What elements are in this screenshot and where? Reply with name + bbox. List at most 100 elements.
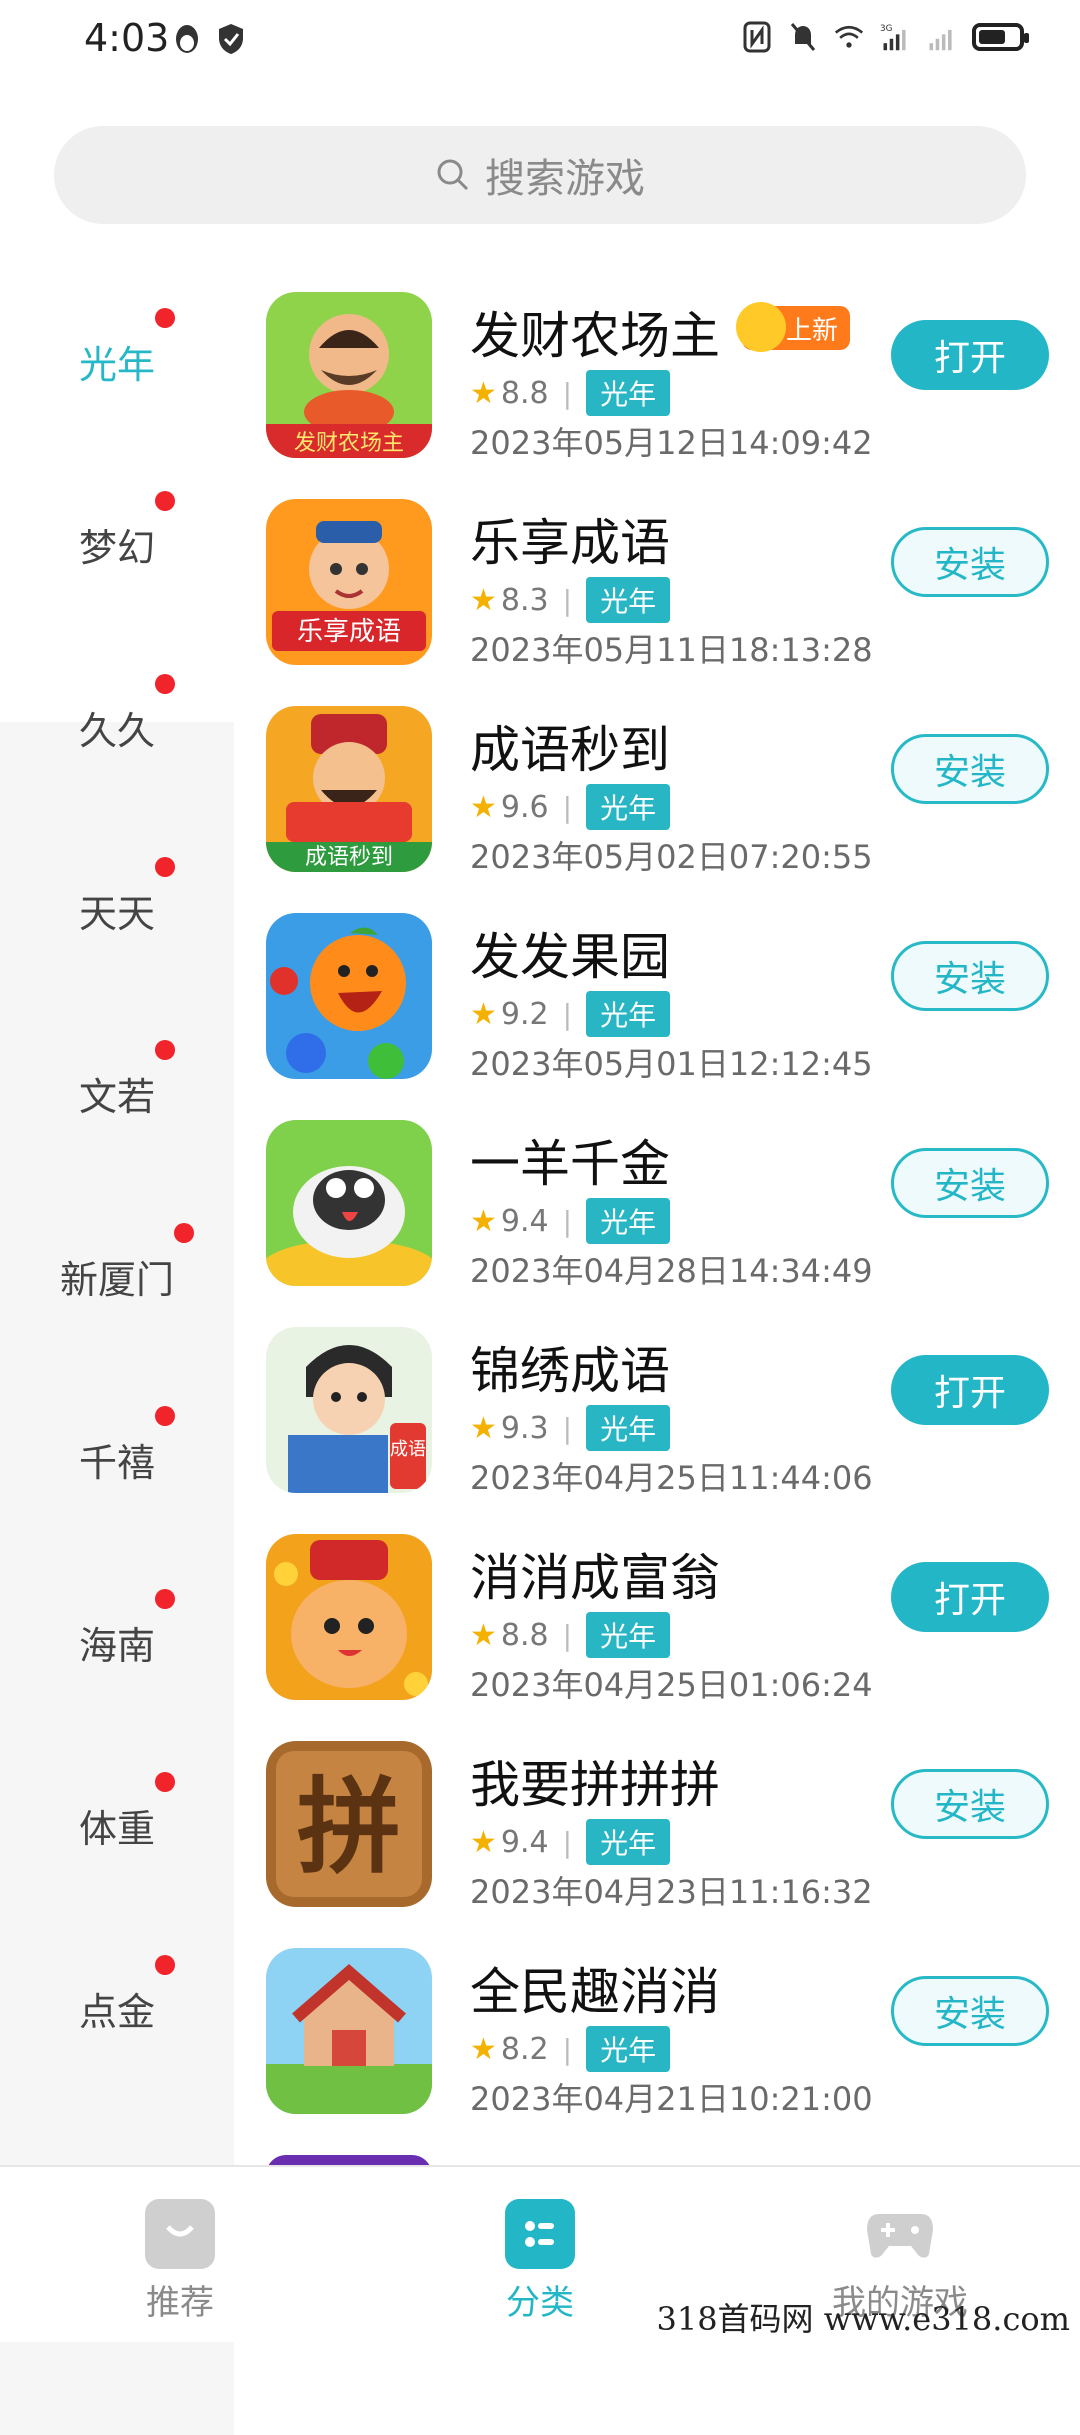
game-rating: 8.2	[500, 2031, 549, 2067]
game-rating: 8.8	[500, 375, 549, 411]
sidebar-item-tizhong[interactable]: 体重	[0, 1734, 234, 1917]
game-row[interactable]: 拼 我要拼拼拼 ★ 9.4 | 光年 2023年04月23日11:16:32 安装	[234, 1719, 1080, 1926]
game-rating: 8.3	[500, 582, 549, 618]
open-button[interactable]: 打开	[891, 1562, 1049, 1632]
wifi-icon	[834, 25, 864, 48]
game-date: 2023年05月12日14:09:42	[470, 424, 873, 462]
game-name: 乐享成语	[470, 514, 670, 572]
sidebar-item-qianxi[interactable]: 千禧	[0, 1368, 234, 1551]
search-bar[interactable]: 搜索游戏	[54, 126, 1026, 224]
tab-recommend[interactable]: 推荐	[60, 2199, 300, 2324]
game-date: 2023年05月02日07:20:55	[470, 838, 873, 876]
laughing-emoji-icon	[736, 302, 786, 352]
install-button[interactable]: 安装	[891, 1148, 1049, 1218]
sidebar-item-jiujiu[interactable]: 久久	[0, 636, 234, 819]
game-icon-quanmin-quxiaoxiao[interactable]	[266, 1948, 432, 2114]
game-row[interactable]: 消消成富翁 ★ 8.8 | 光年 2023年04月25日01:06:24 打开	[234, 1512, 1080, 1719]
game-row[interactable]: 成语秒到 成语秒到 ★ 9.6 | 光年 2023年05月02日07:20:55 安装	[234, 684, 1080, 891]
install-button[interactable]: 安装	[891, 941, 1049, 1011]
game-rating: 9.6	[500, 789, 549, 825]
sidebar-item-dianjin[interactable]: 点金	[0, 1917, 234, 2100]
red-dot	[155, 857, 175, 877]
sidebar-item-xinxiamen[interactable]: 新厦门	[0, 1185, 234, 1368]
install-button[interactable]: 安装	[891, 1976, 1049, 2046]
star-icon: ★	[470, 2031, 497, 2067]
star-icon: ★	[470, 1824, 497, 1860]
shield-icon	[219, 24, 243, 54]
sidebar-item-wenruo[interactable]: 文若	[0, 1002, 234, 1185]
game-icon-partial[interactable]	[266, 2155, 432, 2165]
star-icon: ★	[470, 1617, 497, 1653]
tab-category[interactable]: 分类	[420, 2199, 660, 2324]
open-button[interactable]: 打开	[891, 320, 1049, 390]
game-row[interactable]: 全民趣消消 ★ 8.2 | 光年 2023年04月21日10:21:00 安装	[234, 1926, 1080, 2133]
game-icon-xiaoxiao-fuweng[interactable]	[266, 1534, 432, 1700]
red-dot	[155, 674, 175, 694]
star-icon: ★	[470, 582, 497, 618]
sidebar-item-menghuan[interactable]: 梦幻	[0, 453, 234, 636]
game-icon-yiyang-qianjin[interactable]	[266, 1120, 432, 1286]
sidebar-item-guangnian[interactable]: 光年	[0, 270, 234, 453]
search-icon	[437, 159, 469, 191]
game-row[interactable]: 发发果园 ★ 9.2 | 光年 2023年05月01日12:12:45 安装	[234, 891, 1080, 1098]
bottom-nav: 推荐 分类 我的游戏 318首码网 www.e318.com	[0, 2165, 1080, 2342]
red-dot	[155, 308, 175, 328]
game-tag: 光年	[586, 1405, 671, 1451]
game-row[interactable]: 乐享成语 乐享成语 ★ 8.3 | 光年 2023年05月11日18:13:28 安装	[234, 477, 1080, 684]
svg-text:发财农场主: 发财农场主	[294, 431, 404, 456]
new-badge: 上新	[736, 302, 851, 352]
svg-text:成语秒到: 成语秒到	[305, 845, 393, 870]
mute-bell-icon	[790, 23, 816, 51]
game-date: 2023年04月25日01:06:24	[470, 1666, 873, 1704]
tab-label: 推荐	[146, 2283, 214, 2323]
game-rating: 9.4	[500, 1203, 549, 1239]
star-icon: ★	[470, 789, 497, 825]
bag-icon	[145, 2199, 215, 2269]
game-name: 全民趣消消	[470, 1963, 720, 2021]
game-name: 成语秒到	[470, 721, 670, 779]
watermark-text: 318首码网 www.e318.com	[656, 2300, 1070, 2338]
game-icon-lexiang-chengyu[interactable]: 乐享成语	[266, 499, 432, 665]
battery-icon	[972, 23, 1029, 51]
status-time: 4:03	[84, 16, 170, 60]
game-row[interactable]: 一羊千金 ★ 9.4 | 光年 2023年04月28日14:34:49 安装	[234, 1098, 1080, 1305]
game-name: 我要拼拼拼	[470, 1756, 720, 1814]
game-tag: 光年	[586, 1198, 671, 1244]
game-tag: 光年	[586, 991, 671, 1037]
game-tag: 光年	[586, 577, 671, 623]
game-rating: 9.4	[500, 1824, 549, 1860]
signal-3g-icon: 3G	[880, 24, 906, 51]
red-dot	[155, 1040, 175, 1060]
game-icon-woyao-pinpinpin[interactable]: 拼	[266, 1741, 432, 1907]
game-row[interactable]: 发财农场主 发财农场主 上新 ★ 8.8 | 光年 2023年05月12日14:09:…	[234, 270, 1080, 477]
game-rating: 9.2	[500, 996, 549, 1032]
star-icon: ★	[470, 1203, 497, 1239]
game-date: 2023年04月28日14:34:49	[470, 1252, 873, 1290]
game-date: 2023年05月01日12:12:45	[470, 1045, 873, 1083]
open-button[interactable]: 打开	[891, 1355, 1049, 1425]
game-tag: 光年	[586, 2026, 671, 2072]
game-row[interactable]: 成语 锦绣成语 ★ 9.3 | 光年 2023年04月25日11:44:06 打开	[234, 1305, 1080, 1512]
nfc-icon	[743, 21, 771, 53]
game-icon-facai-farmer[interactable]: 发财农场主	[266, 292, 432, 458]
sidebar-item-hainan[interactable]: 海南	[0, 1551, 234, 1734]
game-rating: 8.8	[500, 1617, 549, 1653]
game-date: 2023年05月11日18:13:28	[470, 631, 873, 669]
game-tag: 光年	[586, 370, 671, 416]
red-dot	[155, 1406, 175, 1426]
sidebar-item-tiantian[interactable]: 天天	[0, 819, 234, 1002]
game-icon-jinxiu-chengyu[interactable]: 成语	[266, 1327, 432, 1493]
red-dot	[155, 1589, 175, 1609]
game-icon-fafa-guoyuan[interactable]	[266, 913, 432, 1079]
star-icon: ★	[470, 375, 497, 411]
status-bar: 4:03 3G	[0, 0, 1080, 80]
category-sidebar: 光年 梦幻 久久 天天 文若 新厦门 千禧 海南 体重 点金	[0, 270, 234, 2435]
install-button[interactable]: 安装	[891, 1769, 1049, 1839]
game-date: 2023年04月21日10:21:00	[470, 2080, 873, 2118]
tab-label: 分类	[506, 2283, 574, 2323]
red-dot	[174, 1223, 194, 1243]
game-icon-chengyu-miaodao[interactable]: 成语秒到	[266, 706, 432, 872]
game-row[interactable]	[234, 2133, 1080, 2165]
install-button[interactable]: 安装	[891, 734, 1049, 804]
install-button[interactable]: 安装	[891, 527, 1049, 597]
